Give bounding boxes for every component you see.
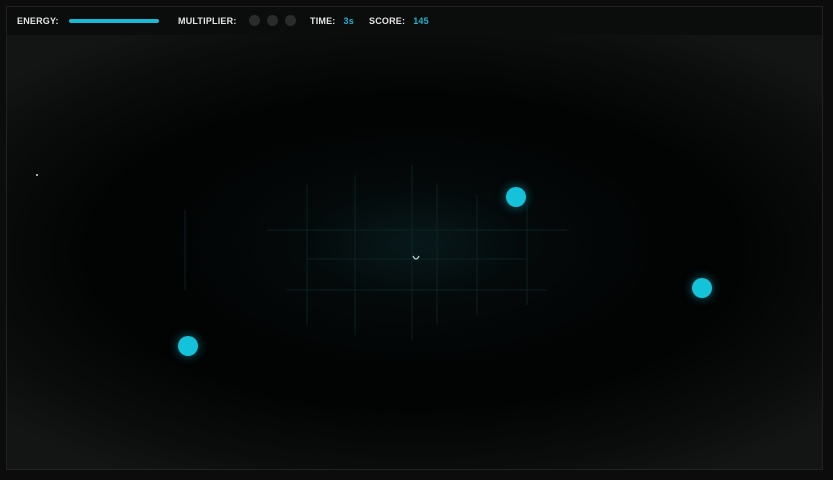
hud-bar: ENERGY: MULTIPLIER: TIME: 3s SCORE: 145	[7, 7, 822, 35]
energy-bar-track	[68, 19, 159, 23]
energy-meter: ENERGY:	[17, 16, 159, 26]
energy-bar-fill	[68, 19, 159, 23]
cyan-orb-icon[interactable]	[506, 187, 526, 207]
time-display: TIME: 3s	[310, 16, 354, 26]
time-label: TIME:	[310, 16, 336, 26]
multiplier-label: MULTIPLIER:	[178, 15, 237, 26]
score-value: 145	[413, 16, 429, 26]
multiplier-meter: MULTIPLIER:	[178, 15, 296, 26]
multiplier-dot-icon	[248, 15, 260, 26]
star-particle	[36, 174, 38, 176]
game-window: ENERGY: MULTIPLIER: TIME: 3s SCORE: 145	[6, 6, 823, 470]
energy-label: ENERGY:	[17, 16, 59, 26]
player-ship-icon[interactable]	[412, 254, 420, 262]
game-arena[interactable]	[7, 35, 822, 469]
cyan-orb-icon[interactable]	[178, 336, 198, 356]
multiplier-dot-icon	[266, 15, 278, 26]
score-display: SCORE: 145	[369, 16, 429, 26]
score-label: SCORE:	[369, 16, 406, 26]
multiplier-dots	[248, 15, 296, 26]
multiplier-dot-icon	[284, 15, 296, 26]
cyan-orb-icon[interactable]	[692, 278, 712, 298]
arena-grid	[184, 165, 567, 340]
time-value: 3s	[343, 16, 354, 26]
